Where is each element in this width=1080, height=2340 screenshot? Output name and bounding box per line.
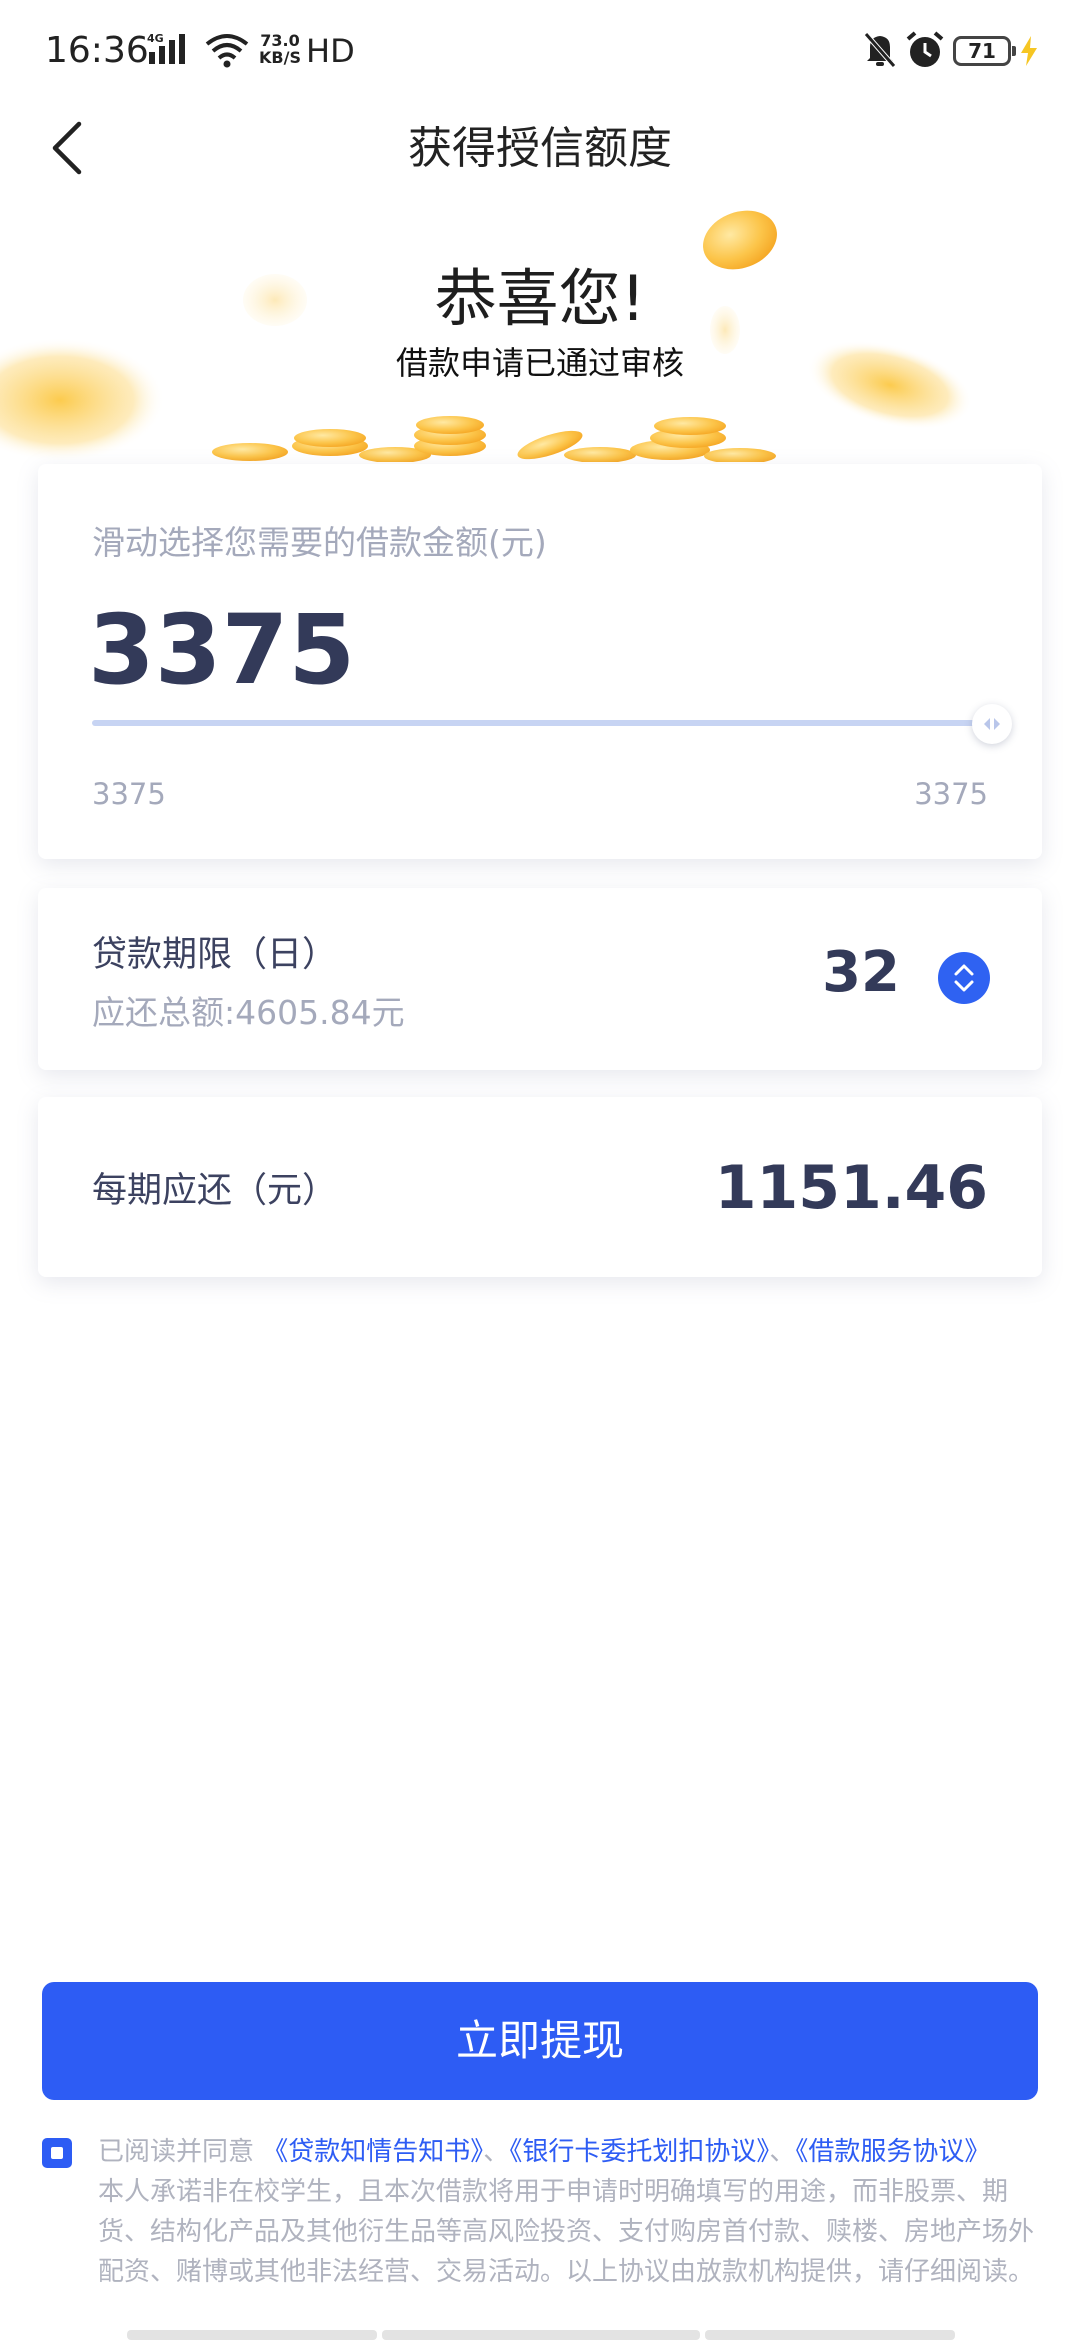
amount-slider-track[interactable] xyxy=(92,720,992,726)
hd-badge: HD xyxy=(306,32,355,70)
term-label: 贷款期限（日） xyxy=(92,935,338,975)
amount-slider-handle[interactable] xyxy=(972,704,1012,744)
status-time: 16:36 xyxy=(45,30,149,71)
wifi-icon xyxy=(205,32,249,72)
bottom-divider xyxy=(705,2330,955,2340)
slider-max-label: 3375 xyxy=(914,777,988,811)
slider-arrows-icon xyxy=(984,718,1000,730)
bottom-divider xyxy=(382,2330,700,2340)
loan-term-card[interactable]: 贷款期限（日） 应还总额:4605.84元 32 xyxy=(38,888,1042,1070)
period-value: 1151.46 xyxy=(714,1153,988,1223)
signal-icon: 4G xyxy=(147,32,197,72)
network-speed: 73.0 KB/S xyxy=(259,31,301,67)
network-type: 4G xyxy=(147,32,164,45)
loan-service-agreement-link[interactable]: 《借款服务协议》 xyxy=(795,2137,990,2167)
term-value: 32 xyxy=(822,940,900,1005)
battery-level: 71 xyxy=(968,39,996,63)
agreement-checkbox[interactable] xyxy=(42,2138,72,2168)
agreement-text: 已阅读并同意 《贷款知情告知书》、《银行卡委托划扣协议》、《借款服务协议》 本人… xyxy=(98,2137,1035,2287)
withdraw-now-button[interactable]: 立即提现 xyxy=(42,1982,1038,2100)
battery-icon: 71 xyxy=(953,36,1016,66)
approval-subtitle: 借款申请已通过审核 xyxy=(395,344,684,382)
loan-notice-link[interactable]: 《贷款知情告知书》 xyxy=(262,2137,483,2167)
slider-min-label: 3375 xyxy=(92,777,166,811)
bank-debit-agreement-link[interactable]: 《银行卡委托划扣协议》 xyxy=(509,2137,769,2167)
amount-label: 滑动选择您需要的借款金额(元) xyxy=(92,523,547,562)
alarm-icon xyxy=(905,30,945,74)
page-title: 获得授信额度 xyxy=(408,123,672,174)
amount-value: 3375 xyxy=(88,594,356,706)
loan-amount-card: 滑动选择您需要的借款金额(元) 3375 3375 3375 xyxy=(38,464,1042,859)
approval-banner: 恭喜您! 借款申请已通过审核 xyxy=(0,200,1080,470)
congrats-title: 恭喜您! xyxy=(434,262,646,335)
credit-approval-screen: 16:36 4G 73.0 KB/S HD 71 获得授信额度 恭喜您! 借款申… xyxy=(0,0,1080,2340)
total-repayment: 应还总额:4605.84元 xyxy=(92,993,405,1032)
period-label: 每期应还（元） xyxy=(92,1171,338,1211)
status-bar: 16:36 4G 73.0 KB/S HD 71 xyxy=(0,0,1080,100)
up-down-chevron-icon[interactable] xyxy=(938,952,990,1004)
agreement-body: 本人承诺非在校学生，且本次借款将用于申请时明确填写的用途，而非股票、期货、结构化… xyxy=(98,2177,1035,2287)
charging-icon xyxy=(1019,36,1039,70)
mute-bell-icon xyxy=(862,30,898,74)
bottom-divider xyxy=(127,2330,377,2340)
per-period-repayment-card: 每期应还（元） 1151.46 xyxy=(38,1097,1042,1277)
